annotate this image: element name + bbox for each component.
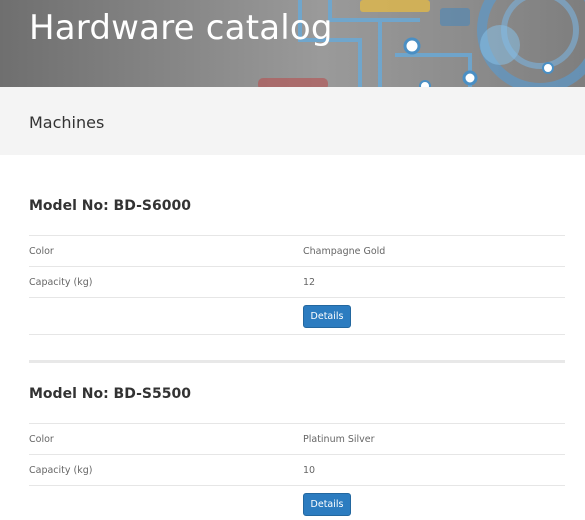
spec-label: Capacity (kg) <box>29 465 93 476</box>
details-button[interactable]: Details <box>303 305 351 328</box>
machine-title: Model No: BD-S6000 <box>29 198 191 214</box>
spec-value: 10 <box>303 465 316 476</box>
machine-title: Model No: BD-S5500 <box>29 386 191 402</box>
section-header: Machines <box>0 87 585 155</box>
spec-label: Color <box>29 246 54 257</box>
spec-label: Capacity (kg) <box>29 277 93 288</box>
spec-value: Champagne Gold <box>303 246 386 257</box>
divider <box>29 360 565 363</box>
spec-value: Platinum Silver <box>303 434 375 445</box>
actions-row: Details <box>29 297 565 335</box>
hero-banner: Hardware catalog <box>0 0 585 87</box>
spec-value: 12 <box>303 277 316 288</box>
page-title: Hardware catalog <box>29 8 333 48</box>
spec-row-color: Color Champagne Gold <box>29 235 565 266</box>
spec-row-capacity: Capacity (kg) 12 <box>29 266 565 297</box>
actions-row: Details <box>29 485 565 520</box>
section-title: Machines <box>29 113 105 132</box>
spec-row-capacity: Capacity (kg) 10 <box>29 454 565 485</box>
spec-label: Color <box>29 434 54 445</box>
spec-row-color: Color Platinum Silver <box>29 423 565 454</box>
details-button[interactable]: Details <box>303 493 351 516</box>
